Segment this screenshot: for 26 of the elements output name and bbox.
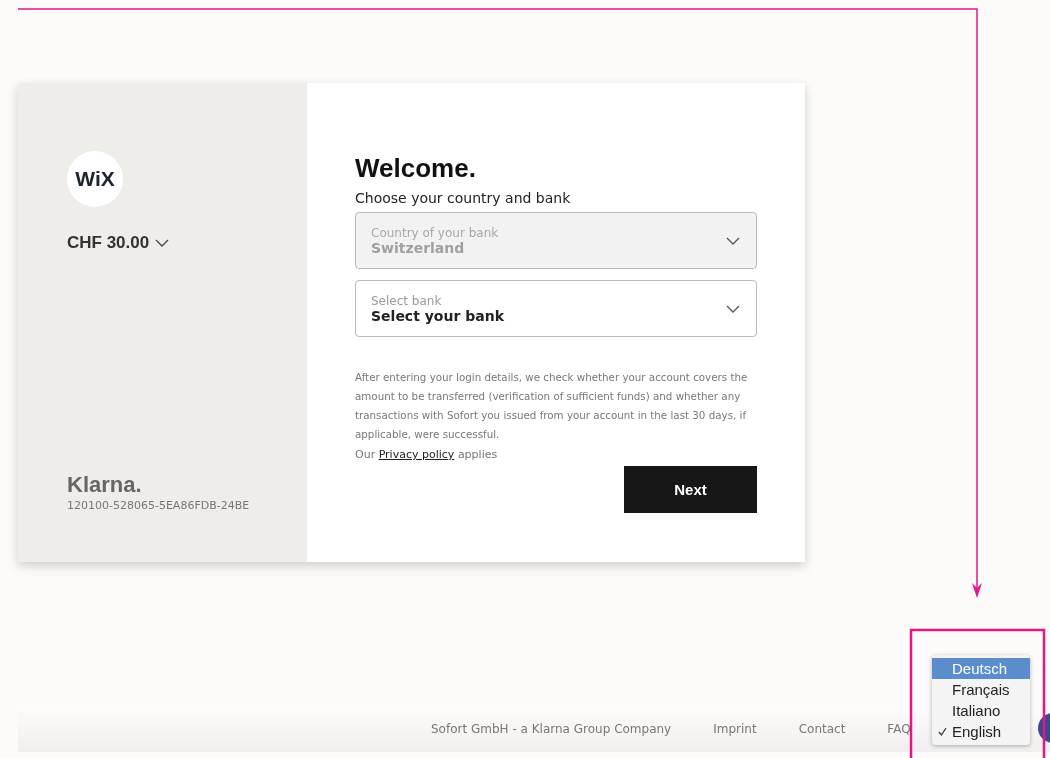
footer-link[interactable]: FAQ [887,722,911,736]
merchant-logo: WiX [67,151,123,207]
footer-link[interactable]: Imprint [713,722,757,736]
privacy-link[interactable]: Privacy policy [378,448,455,461]
welcome-title: Welcome. [355,153,477,184]
chat-button-icon[interactable] [1037,713,1050,743]
subtitle: Choose your country and bank [355,190,572,206]
brand-logo: Klarna. [67,474,143,496]
select-field[interactable]: Select bank Select your bank [355,280,757,337]
company-text: Sofort GmbH - a Klarna Group Company [431,722,672,736]
language-option[interactable]: Français [932,679,1030,700]
language-option[interactable]: Italiano [932,700,1030,721]
privacy-notice: Our Privacy policy applies [355,448,499,461]
amount-toggle[interactable]: CHF 30.00 [67,233,170,253]
field-value: Switzerland [371,239,466,256]
chevron-down-icon [155,239,170,247]
field-label: Country of your bank [371,225,500,240]
funds-check-notice: After entering your login details, we check whether your account covers the amount to be transferred (verification of sufficient funds) and whether any transactions with Sofort you issued from your account in the last 30 days, if applicable, were successful. [355,370,749,442]
next-button[interactable]: Next [624,466,757,513]
language-option[interactable]: English [932,721,1030,742]
field-label: Select bank [371,293,443,308]
reference-number: 120100-528065-5EA86FDB-24BE [67,499,251,512]
chevron-down-icon [726,236,740,245]
field-value: Select your bank [371,307,505,324]
chevron-down-icon [726,304,740,313]
footer-link[interactable]: Contact [798,722,846,736]
